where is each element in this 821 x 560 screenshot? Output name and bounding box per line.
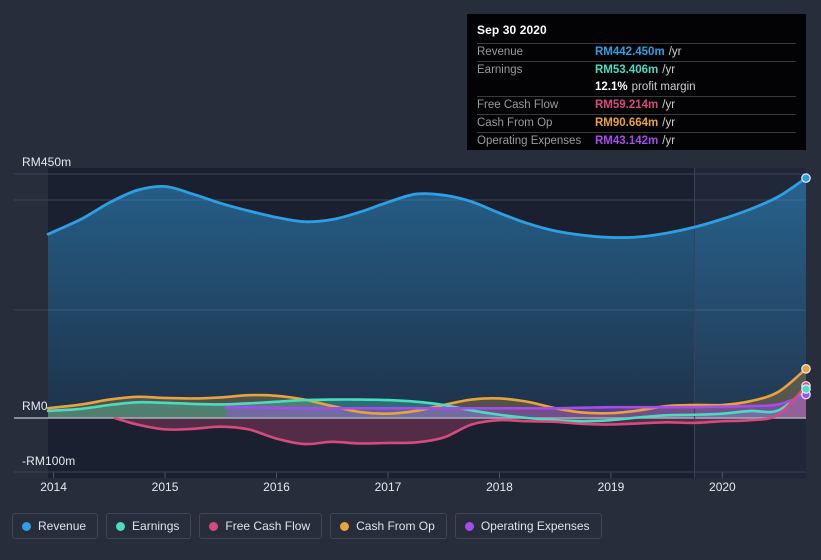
tooltip-row-value: RM90.664m bbox=[595, 117, 659, 129]
legend-color-dot-icon bbox=[464, 521, 474, 531]
tooltip-row-value: RM43.142m bbox=[595, 135, 659, 147]
tooltip-row-unit: profit margin bbox=[631, 81, 696, 93]
tooltip-row: Revenue RM442.450m/yr bbox=[477, 43, 796, 61]
tooltip-row-unit: /yr bbox=[662, 117, 676, 129]
tooltip-row: Cash From Op RM90.664m/yr bbox=[477, 114, 796, 132]
tooltip-row: 12.1% profit margin bbox=[477, 79, 796, 96]
legend-item-free-cash-flow[interactable]: Free Cash Flow bbox=[199, 513, 323, 539]
legend-item-label: Operating Expenses bbox=[480, 519, 590, 533]
tooltip-row: Operating Expenses RM43.142m/yr bbox=[477, 132, 796, 150]
tooltip-row-label: Revenue bbox=[477, 46, 524, 58]
legend-color-dot-icon bbox=[22, 521, 31, 531]
tooltip-row-value: RM442.450m bbox=[595, 46, 665, 58]
tooltip-row-unit: /yr bbox=[662, 135, 676, 147]
tooltip-row-unit: /yr bbox=[662, 99, 676, 111]
legend-color-dot-icon bbox=[209, 521, 219, 531]
legend-item-label: Revenue bbox=[38, 519, 87, 533]
legend-item-revenue[interactable]: Revenue bbox=[12, 513, 99, 539]
financial-area-chart: RM450m RM0 -RM100m 2014 2015 2016 2017 2018 2… bbox=[0, 0, 821, 560]
tooltip-row-value: 12.1% bbox=[595, 81, 628, 93]
legend-item-operating-expenses[interactable]: Operating Expenses bbox=[454, 513, 602, 539]
legend-item-earnings[interactable]: Earnings bbox=[106, 513, 192, 539]
tooltip-row: Free Cash Flow RM59.214m/yr bbox=[477, 96, 796, 114]
tooltip-rows: Revenue RM442.450m/yr Earnings RM53.406m/yr… bbox=[477, 43, 796, 150]
tooltip-row-value: RM53.406m bbox=[595, 64, 659, 76]
tooltip-row-unit: /yr bbox=[668, 46, 682, 58]
tooltip-row-label: Cash From Op bbox=[477, 117, 553, 129]
chart-legend: Revenue Earnings Free Cash Flow Cash From O… bbox=[12, 513, 602, 539]
tooltip-row-unit: /yr bbox=[662, 64, 676, 76]
legend-color-dot-icon bbox=[116, 521, 126, 531]
tooltip-row-label: Free Cash Flow bbox=[477, 99, 559, 111]
tooltip-row-value: RM59.214m bbox=[595, 99, 659, 111]
tooltip-row-label: Operating Expenses bbox=[477, 135, 582, 147]
legend-item-label: Cash From Op bbox=[356, 519, 435, 533]
tooltip-row-label: Earnings bbox=[477, 64, 523, 76]
data-tooltip: Sep 30 2020 Revenue RM442.450m/yr Earnings… bbox=[467, 14, 806, 150]
legend-item-cash-from-op[interactable]: Cash From Op bbox=[330, 513, 447, 539]
legend-item-label: Free Cash Flow bbox=[225, 519, 311, 533]
legend-item-label: Earnings bbox=[132, 519, 180, 533]
tooltip-row: Earnings RM53.406m/yr bbox=[477, 61, 796, 79]
legend-color-dot-icon bbox=[340, 521, 350, 531]
tooltip-date: Sep 30 2020 bbox=[477, 23, 547, 37]
